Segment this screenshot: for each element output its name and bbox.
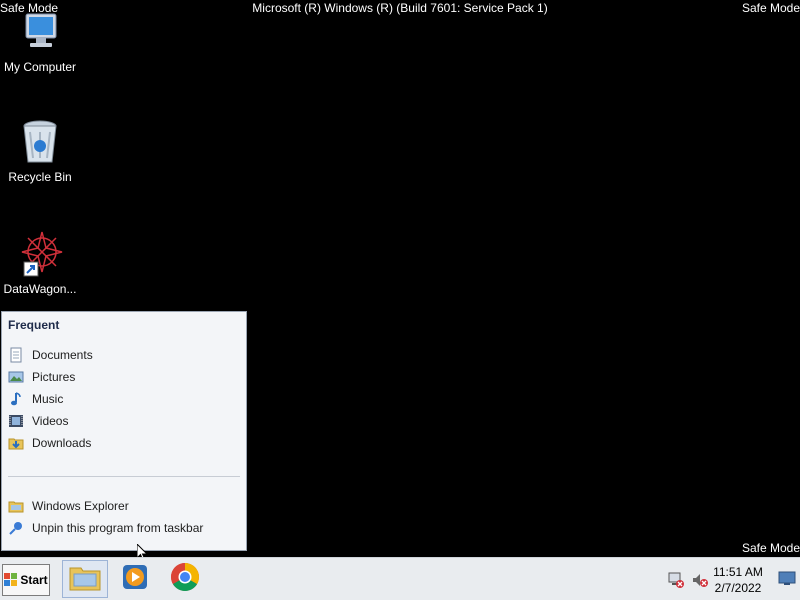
music-icon <box>8 391 24 407</box>
jump-list-item-videos[interactable]: Videos <box>8 411 240 431</box>
clock-date: 2/7/2022 <box>714 581 762 595</box>
safe-mode-label-bottom-right: Safe Mode <box>741 541 800 555</box>
recycle-bin-icon <box>16 118 64 166</box>
desktop-icon-label: My Computer <box>3 60 77 74</box>
network-icon[interactable] <box>668 572 684 593</box>
windows-flag-icon <box>4 573 18 587</box>
system-tray: 11:51 AM 2/7/2022 <box>660 558 800 600</box>
chrome-icon <box>170 562 200 597</box>
folder-icon <box>8 498 24 514</box>
jump-list-item-label: Windows Explorer <box>32 499 129 513</box>
jump-list-item-music[interactable]: Music <box>8 389 240 409</box>
documents-icon <box>8 347 24 363</box>
jump-list-separator <box>8 476 240 477</box>
jump-list-item-downloads[interactable]: Downloads <box>8 433 240 453</box>
downloads-icon <box>8 435 24 451</box>
windows-explorer-icon <box>68 562 102 597</box>
desktop-icon-datawagon[interactable]: DataWagon... <box>0 230 80 296</box>
show-desktop-icon[interactable] <box>778 570 796 591</box>
build-info-title: Microsoft (R) Windows (R) (Build 7601: S… <box>252 1 548 15</box>
start-label: Start <box>20 573 48 587</box>
pictures-icon <box>8 369 24 385</box>
jump-list-item-label: Music <box>32 392 64 406</box>
taskbar-jump-list: Frequent Documents Pictures Music Videos… <box>1 311 247 551</box>
jump-list-heading: Frequent <box>8 318 60 332</box>
start-button[interactable]: Start <box>2 564 50 596</box>
jump-list-item-label: Videos <box>32 414 69 428</box>
app-shortcut-icon <box>16 230 64 278</box>
desktop-icon-my-computer[interactable]: My Computer <box>0 8 80 74</box>
pin-icon <box>8 520 24 536</box>
jump-list-item-label: Documents <box>32 348 93 362</box>
desktop-icon-label: DataWagon... <box>3 282 77 296</box>
jump-list-task-windows-explorer[interactable]: Windows Explorer <box>8 496 240 516</box>
computer-icon <box>16 8 64 56</box>
media-player-icon <box>120 562 150 597</box>
clock-time: 11:51 AM <box>713 565 763 579</box>
videos-icon <box>8 413 24 429</box>
taskbar: Start 11:51 AM 2/7/2022 <box>0 557 800 600</box>
taskbar-app-media-player[interactable] <box>112 560 158 598</box>
taskbar-app-windows-explorer[interactable] <box>62 560 108 598</box>
jump-list-item-documents[interactable]: Documents <box>8 345 240 365</box>
jump-list-item-label: Unpin this program from taskbar <box>32 521 204 535</box>
jump-list-item-pictures[interactable]: Pictures <box>8 367 240 387</box>
desktop-icon-label: Recycle Bin <box>8 170 72 184</box>
taskbar-app-chrome[interactable] <box>162 560 208 598</box>
desktop-icon-recycle-bin[interactable]: Recycle Bin <box>0 118 80 184</box>
jump-list-item-label: Pictures <box>32 370 76 384</box>
taskbar-clock[interactable]: 11:51 AM 2/7/2022 <box>706 564 770 596</box>
jump-list-task-unpin[interactable]: Unpin this program from taskbar <box>8 518 240 538</box>
safe-mode-label-top-right: Safe Mode <box>741 1 800 15</box>
jump-list-item-label: Downloads <box>32 436 92 450</box>
